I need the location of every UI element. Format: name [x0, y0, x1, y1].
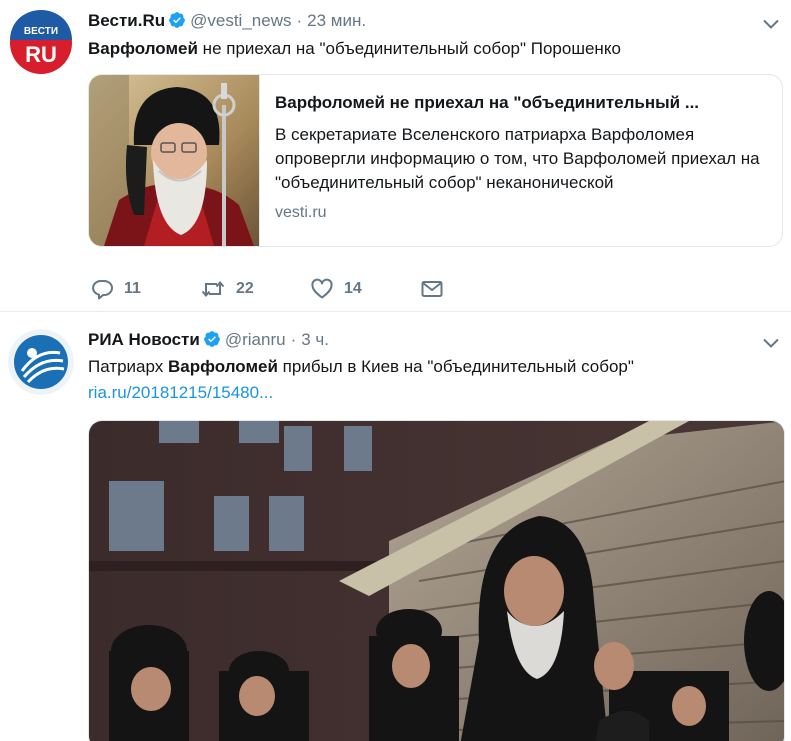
display-name[interactable]: Вести.Ru	[88, 11, 165, 30]
retweet-icon	[200, 277, 226, 301]
like-button[interactable]: 14	[310, 274, 362, 304]
card-domain: vesti.ru	[275, 204, 327, 221]
card-thumbnail-image	[89, 75, 260, 246]
vesti-logo: ВЕСТИ RU	[8, 10, 74, 76]
tweet-ria[interactable]: РИА Новости @rianru · 3 ч. Патриарх Варфоло…	[0, 313, 791, 741]
tweet-vesti[interactable]: ВЕСТИ RU Вести.Ru @vesti_news · 23 мин. Вар…	[0, 0, 791, 312]
tweet-text-rest: не приехал на "объединительный собор" По…	[197, 39, 621, 58]
tweet-text-bold[interactable]: Варфоломей	[168, 357, 278, 376]
verified-icon	[203, 330, 221, 354]
separator-dot: ·	[296, 11, 303, 30]
separator-dot: ·	[290, 330, 297, 349]
direct-message-icon	[420, 277, 444, 301]
tweet-text-rest: прибыл в Киев на "объединительный собор"	[277, 357, 634, 376]
direct-message-button[interactable]	[420, 274, 444, 304]
svg-text:RU: RU	[25, 42, 57, 67]
card-body: Варфоломей не приехал на "объединительны…	[275, 91, 770, 224]
reply-icon	[90, 277, 114, 301]
verified-icon	[168, 11, 186, 35]
like-count: 14	[344, 280, 362, 297]
retweet-count: 22	[236, 280, 254, 297]
reply-count: 11	[124, 280, 141, 297]
handle[interactable]: @vesti_news	[190, 11, 291, 30]
tweet-media-photo[interactable]	[88, 420, 785, 741]
tweet-header: РИА Новости @rianru · 3 ч.	[88, 329, 329, 354]
svg-text:ВЕСТИ: ВЕСТИ	[24, 26, 58, 37]
timestamp[interactable]: 3 ч.	[301, 330, 329, 349]
tweet-text-prefix: Патриарх	[88, 357, 168, 376]
chevron-down-icon[interactable]	[761, 333, 781, 353]
timestamp[interactable]: 23 мин.	[307, 11, 366, 30]
handle[interactable]: @rianru	[225, 330, 286, 349]
avatar-vesti[interactable]: ВЕСТИ RU	[8, 10, 74, 76]
chevron-down-icon[interactable]	[761, 14, 781, 34]
card-title[interactable]: Варфоломей не приехал на "объединительны…	[275, 91, 770, 115]
link-card[interactable]: Варфоломей не приехал на "объединительны…	[88, 74, 783, 247]
tweet-link[interactable]: ria.ru/20181215/15480...	[88, 381, 273, 405]
ria-logo	[8, 329, 74, 395]
display-name[interactable]: РИА Новости	[88, 330, 200, 349]
photo-image	[89, 421, 784, 741]
tweet-actions: 11 22 14	[88, 274, 528, 304]
retweet-button[interactable]: 22	[200, 274, 254, 304]
card-description: В секретариате Вселенского патриарха Вар…	[275, 125, 760, 192]
like-icon	[310, 277, 334, 301]
tweet-header: Вести.Ru @vesti_news · 23 мин.	[88, 10, 366, 35]
reply-button[interactable]: 11	[90, 274, 141, 304]
tweet-text: Варфоломей не приехал на "объединительны…	[88, 37, 621, 61]
tweet-text: Патриарх Варфоломей прибыл в Киев на "об…	[88, 355, 634, 379]
tweet-text-bold[interactable]: Варфоломей	[88, 39, 198, 58]
avatar-ria[interactable]	[8, 329, 74, 395]
